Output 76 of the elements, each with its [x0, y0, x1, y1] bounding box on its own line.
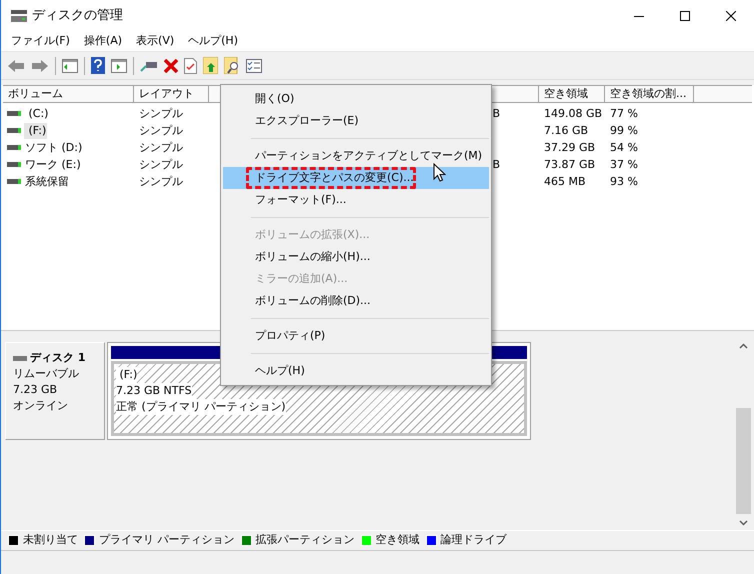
column-header[interactable]: 空き領域 [539, 86, 605, 103]
table-cell: 7.16 GB [544, 124, 588, 136]
table-cell: B [492, 156, 500, 172]
menu-item[interactable]: パーティションをアクティブとしてマーク(M) [223, 145, 489, 167]
partition-name: (F:) [116, 367, 138, 383]
drive-icon [7, 162, 21, 167]
table-cell: B [492, 106, 500, 122]
menu-item[interactable]: 表示(V) [129, 33, 182, 50]
table-cell: 54 % [610, 140, 638, 154]
volume-cell[interactable]: 系統保留 [24, 174, 70, 190]
menu-item[interactable]: ヘルプ(H) [181, 33, 245, 50]
column-header[interactable] [694, 86, 752, 103]
drive-icon [7, 111, 21, 116]
volume-cell[interactable]: (F:) [24, 122, 48, 138]
table-cell: 73.87 GB [544, 158, 596, 170]
forward-arrow-icon[interactable] [31, 58, 49, 72]
table-cell: 99 % [610, 124, 638, 136]
folder-up-icon[interactable] [203, 57, 218, 74]
table-cell: 77 % [610, 106, 638, 120]
table-cell: シンプル [139, 158, 183, 170]
menu-item[interactable]: ヘルプ(H) [223, 360, 489, 382]
menu-item[interactable]: エクスプローラー(E) [223, 110, 489, 132]
disk-type: リムーバブル [13, 366, 80, 382]
help-icon[interactable] [91, 57, 105, 74]
mouse-cursor-icon [433, 163, 446, 182]
volume-cell[interactable]: ソフト (D:) [24, 140, 84, 156]
table-cell: シンプル [139, 124, 183, 136]
menu-item[interactable]: ドライブ文字とパスの変更(C)... [223, 167, 489, 189]
partition-status: 正常 (プライマリ パーティション) [116, 399, 286, 415]
disk-size: 7.23 GB [13, 382, 58, 398]
partition-size: 7.23 GB NTFS [116, 383, 192, 399]
table-cell: 37.29 GB [544, 140, 596, 154]
drive-icon [7, 179, 21, 184]
menu-item[interactable]: プロパティ(P) [223, 325, 489, 347]
maximize-icon [680, 11, 690, 21]
legend-label: 論理ドライブ [440, 532, 506, 548]
disk-status: オンライン [13, 398, 69, 414]
menu-item[interactable]: フォーマット(F)... [223, 189, 489, 211]
legend-label: 未割り当て [23, 532, 78, 548]
scroll-down-icon[interactable] [739, 520, 748, 526]
panel-icon[interactable] [62, 58, 78, 72]
panel-icon[interactable] [111, 58, 127, 72]
table-cell: 37 % [610, 158, 638, 170]
table-cell: シンプル [139, 106, 183, 120]
close-icon [726, 11, 736, 21]
table-cell: 465 MB [544, 174, 586, 188]
folder-search-icon[interactable] [224, 57, 240, 74]
column-header[interactable]: レイアウト [134, 86, 209, 103]
checked-document-icon[interactable] [184, 58, 197, 74]
menu-item[interactable]: 操作(A) [76, 33, 130, 50]
table-cell: 93 % [610, 174, 638, 188]
table-cell: 149.08 GB [544, 106, 602, 120]
menu-item[interactable]: ファイル(F) [4, 33, 77, 50]
back-arrow-icon[interactable] [7, 58, 25, 72]
legend-label: 拡張パーティション [256, 532, 354, 548]
column-header[interactable]: 空き領域の割... [605, 86, 694, 103]
volume-cell[interactable]: ワーク (E:) [24, 156, 82, 172]
connect-icon[interactable] [140, 60, 158, 72]
disk-name: ディスク 1 [30, 350, 86, 366]
menu-item[interactable]: 開く(O) [223, 88, 489, 110]
table-cell: シンプル [139, 140, 183, 154]
delete-icon[interactable] [164, 58, 178, 72]
drive-icon [7, 145, 21, 150]
legend-label: 空き領域 [376, 532, 420, 548]
scroll-up-icon[interactable] [739, 343, 748, 349]
scrollbar-thumb[interactable] [736, 408, 751, 514]
volume-cell[interactable]: (C:) [24, 106, 50, 122]
window-title: ディスクの管理 [32, 7, 123, 26]
menu-item[interactable]: ボリュームの削除(D)... [223, 290, 489, 312]
table-cell: シンプル [139, 174, 183, 188]
legend-label: プライマリ パーティション [99, 532, 234, 548]
disk-drive-icon [10, 9, 28, 23]
checklist-icon[interactable] [246, 58, 262, 72]
menu-item[interactable]: ボリュームの縮小(H)... [223, 246, 489, 268]
column-header[interactable]: ボリューム [3, 86, 134, 103]
drive-icon [7, 128, 21, 133]
